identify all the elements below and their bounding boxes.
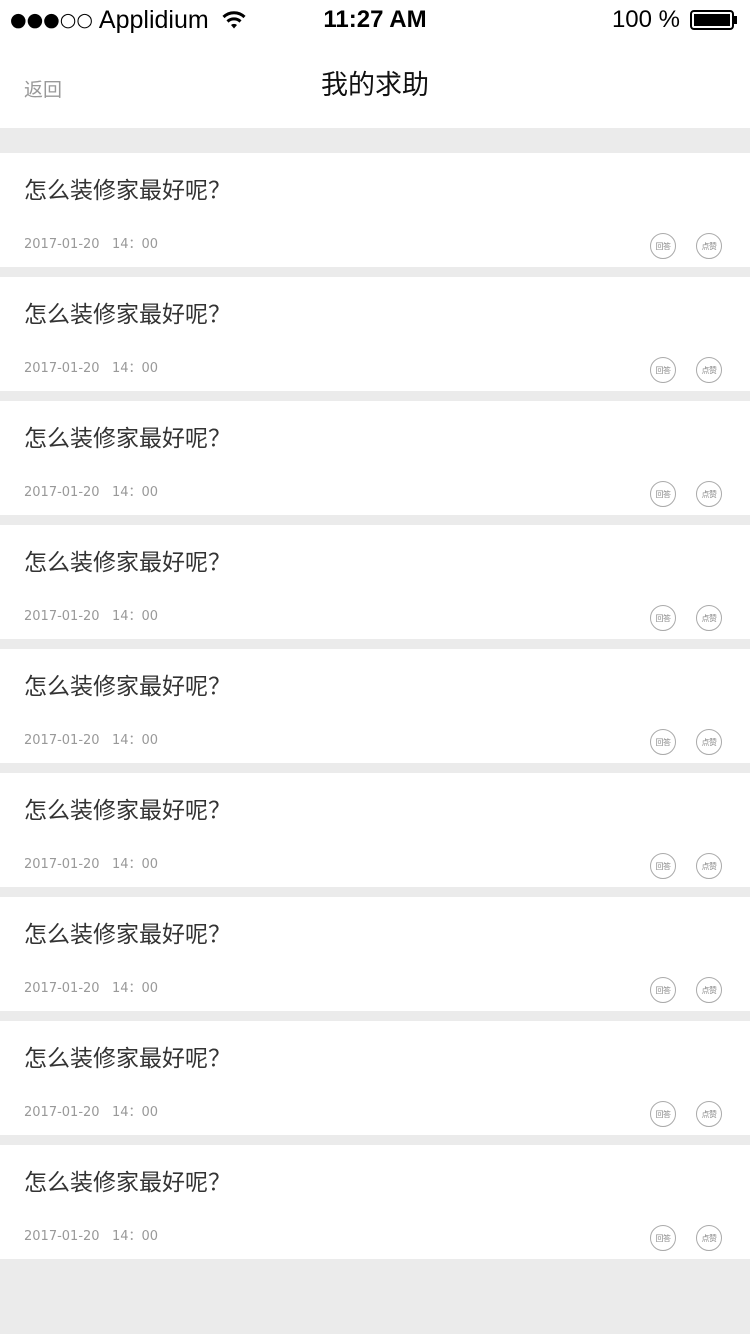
list-item[interactable]: 怎么装修家最好呢？ 2017-01-20 14：00 回答 点赞 bbox=[0, 277, 750, 391]
list-item[interactable]: 怎么装修家最好呢？ 2017-01-20 14：00 回答 点赞 bbox=[0, 1021, 750, 1135]
answer-button[interactable]: 回答 bbox=[650, 357, 676, 383]
answer-button[interactable]: 回答 bbox=[650, 977, 676, 1003]
help-request-list: 怎么装修家最好呢？ 2017-01-20 14：00 回答 点赞 怎么装修家最好… bbox=[0, 153, 750, 1269]
question-time: 2017-01-20 14：00 bbox=[24, 1105, 159, 1120]
question-time: 2017-01-20 14：00 bbox=[24, 485, 159, 500]
list-item[interactable]: 怎么装修家最好呢？ 2017-01-20 14：00 回答 点赞 bbox=[0, 153, 750, 267]
question-title[interactable]: 怎么装修家最好呢？ bbox=[24, 671, 231, 703]
item-actions: 回答 点赞 bbox=[650, 853, 722, 879]
like-button[interactable]: 点赞 bbox=[696, 605, 722, 631]
question-title[interactable]: 怎么装修家最好呢？ bbox=[24, 423, 231, 455]
question-title[interactable]: 怎么装修家最好呢？ bbox=[24, 299, 231, 331]
list-item[interactable]: 怎么装修家最好呢？ 2017-01-20 14：00 回答 点赞 bbox=[0, 1145, 750, 1259]
answer-button[interactable]: 回答 bbox=[650, 233, 676, 259]
like-button[interactable]: 点赞 bbox=[696, 357, 722, 383]
battery-percent: 100 % bbox=[611, 6, 680, 33]
answer-button[interactable]: 回答 bbox=[650, 1225, 676, 1251]
item-actions: 回答 点赞 bbox=[650, 1225, 722, 1251]
question-title[interactable]: 怎么装修家最好呢？ bbox=[24, 795, 231, 827]
like-button[interactable]: 点赞 bbox=[696, 729, 722, 755]
item-actions: 回答 点赞 bbox=[650, 1101, 722, 1127]
question-time: 2017-01-20 14：00 bbox=[24, 237, 159, 252]
question-time: 2017-01-20 14：00 bbox=[24, 609, 159, 624]
item-actions: 回答 点赞 bbox=[650, 729, 722, 755]
like-button[interactable]: 点赞 bbox=[696, 1225, 722, 1251]
question-title[interactable]: 怎么装修家最好呢？ bbox=[24, 919, 231, 951]
page-title: 我的求助 bbox=[321, 70, 429, 101]
list-item[interactable]: 怎么装修家最好呢？ 2017-01-20 14：00 回答 点赞 bbox=[0, 773, 750, 887]
like-button[interactable]: 点赞 bbox=[696, 233, 722, 259]
question-time: 2017-01-20 14：00 bbox=[24, 361, 159, 376]
like-button[interactable]: 点赞 bbox=[696, 1101, 722, 1127]
nav-bar: 返回 我的求助 bbox=[0, 40, 750, 128]
list-item[interactable]: 怎么装修家最好呢？ 2017-01-20 14：00 回答 点赞 bbox=[0, 897, 750, 1011]
question-time: 2017-01-20 14：00 bbox=[24, 857, 159, 872]
item-actions: 回答 点赞 bbox=[650, 481, 722, 507]
like-button[interactable]: 点赞 bbox=[696, 977, 722, 1003]
item-actions: 回答 点赞 bbox=[650, 605, 722, 631]
item-actions: 回答 点赞 bbox=[650, 233, 722, 259]
answer-button[interactable]: 回答 bbox=[650, 605, 676, 631]
battery-full-icon bbox=[690, 10, 738, 30]
question-title[interactable]: 怎么装修家最好呢？ bbox=[24, 1167, 231, 1199]
question-title[interactable]: 怎么装修家最好呢？ bbox=[24, 547, 231, 579]
answer-button[interactable]: 回答 bbox=[650, 481, 676, 507]
status-right: 100 % bbox=[612, 6, 738, 34]
list-item[interactable]: 怎么装修家最好呢？ 2017-01-20 14：00 回答 点赞 bbox=[0, 525, 750, 639]
question-time: 2017-01-20 14：00 bbox=[24, 981, 159, 996]
item-actions: 回答 点赞 bbox=[650, 977, 722, 1003]
list-item[interactable]: 怎么装修家最好呢？ 2017-01-20 14：00 回答 点赞 bbox=[0, 649, 750, 763]
question-title[interactable]: 怎么装修家最好呢？ bbox=[24, 175, 231, 207]
like-button[interactable]: 点赞 bbox=[696, 481, 722, 507]
like-button[interactable]: 点赞 bbox=[696, 853, 722, 879]
question-title[interactable]: 怎么装修家最好呢？ bbox=[24, 1043, 231, 1075]
item-actions: 回答 点赞 bbox=[650, 357, 722, 383]
question-time: 2017-01-20 14：00 bbox=[24, 733, 159, 748]
question-time: 2017-01-20 14：00 bbox=[24, 1229, 159, 1244]
answer-button[interactable]: 回答 bbox=[650, 1101, 676, 1127]
status-bar: ●●●○○ Applidium 11:27 AM 100 % bbox=[0, 0, 750, 40]
answer-button[interactable]: 回答 bbox=[650, 853, 676, 879]
answer-button[interactable]: 回答 bbox=[650, 729, 676, 755]
list-item[interactable]: 怎么装修家最好呢？ 2017-01-20 14：00 回答 点赞 bbox=[0, 401, 750, 515]
